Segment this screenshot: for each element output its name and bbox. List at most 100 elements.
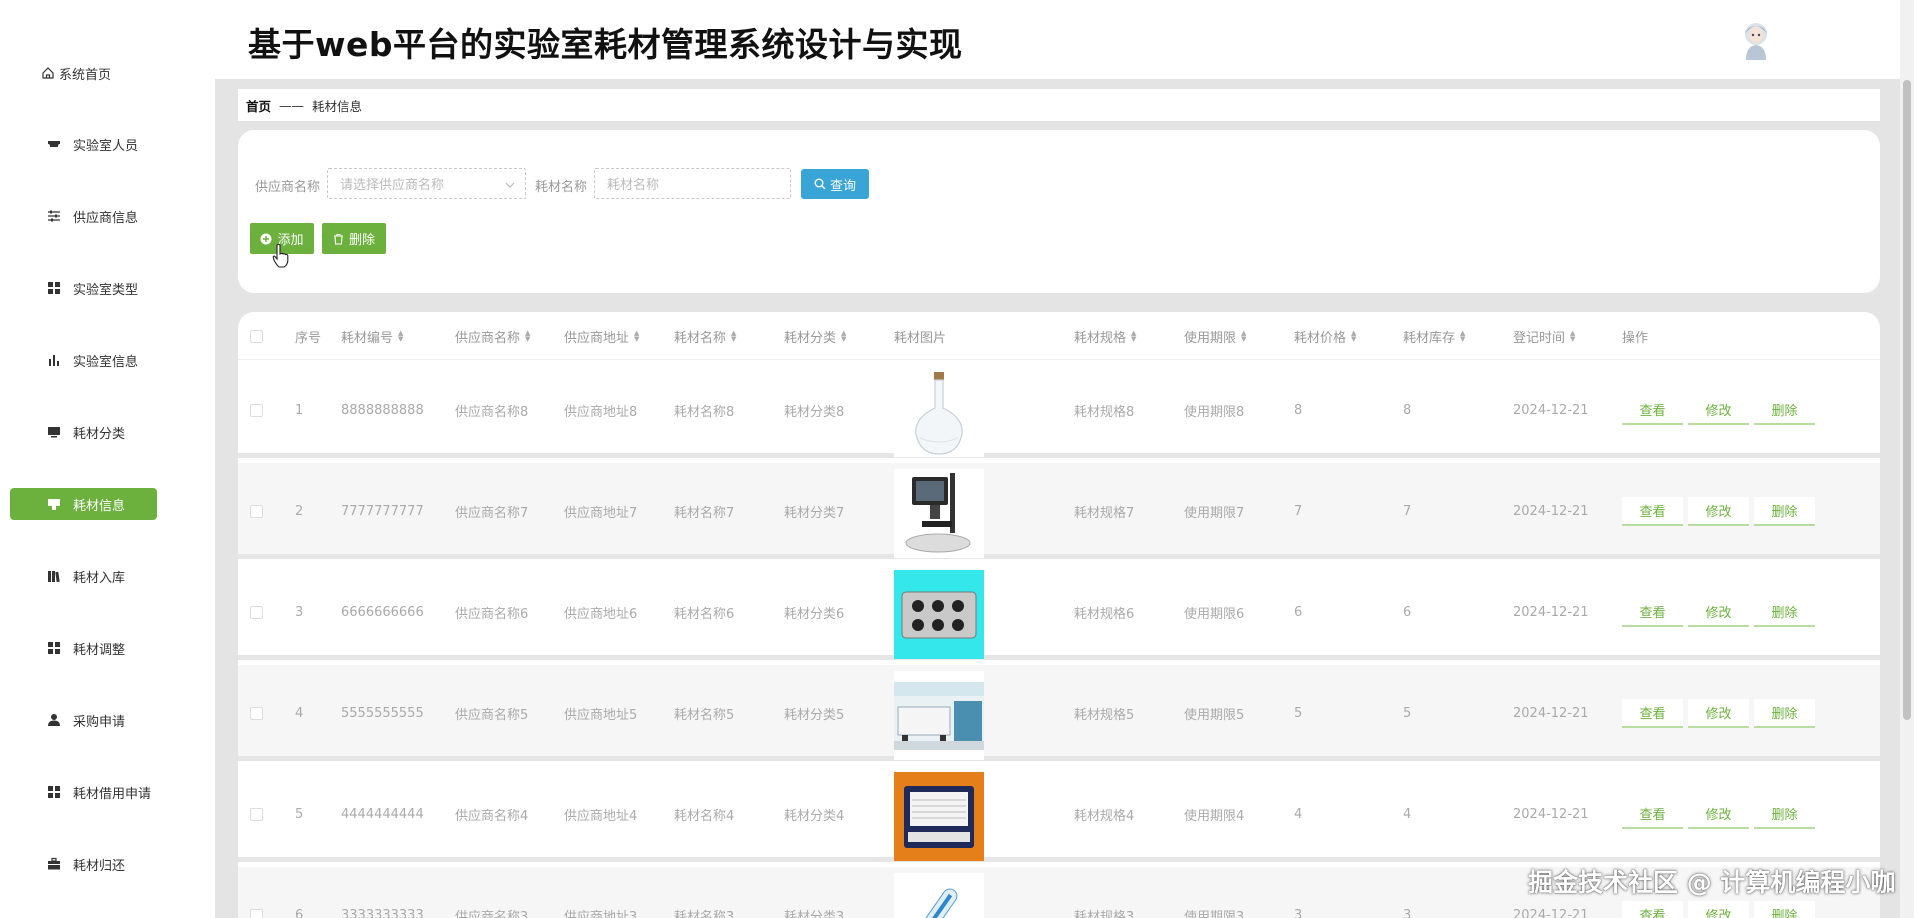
col-code[interactable]: 耗材编号 ▲ ▼ <box>341 312 403 360</box>
delete-button[interactable]: 删除 <box>1754 497 1815 526</box>
col-label: 登记时间 <box>1513 330 1566 346</box>
delete-button[interactable]: 删除 <box>1754 396 1815 425</box>
cell-index: 6 <box>295 907 304 918</box>
view-button[interactable]: 查看 <box>1622 699 1683 728</box>
consumable-image[interactable] <box>894 772 984 861</box>
sort-icon[interactable]: ▲ ▼ <box>634 330 639 343</box>
sort-icon[interactable]: ▲ ▼ <box>731 330 736 343</box>
col-address[interactable]: 供应商地址 ▲ ▼ <box>564 312 639 360</box>
delete-button[interactable]: 删除 <box>1754 901 1815 918</box>
edit-button[interactable]: 修改 <box>1688 497 1749 526</box>
breadcrumb-home[interactable]: 首页 <box>246 96 271 115</box>
breadcrumb: 首页 —— 耗材信息 <box>238 89 1880 121</box>
col-supplier[interactable]: 供应商名称 ▲ ▼ <box>455 312 530 360</box>
row-checkbox[interactable] <box>250 504 263 518</box>
edit-button[interactable]: 修改 <box>1688 800 1749 829</box>
col-category[interactable]: 耗材分类 ▲ ▼ <box>784 312 846 360</box>
sidebar-item-8[interactable]: 耗材调整 <box>10 632 157 664</box>
cell-spec: 耗材规格7 <box>1074 505 1135 521</box>
sidebar-item-label: 耗材归还 <box>73 858 126 874</box>
name-input-placeholder: 耗材名称 <box>607 178 660 193</box>
view-button[interactable]: 查看 <box>1622 396 1683 425</box>
col-date[interactable]: 登记时间 ▲ ▼ <box>1513 312 1575 360</box>
header: 基于web平台的实验室耗材管理系统设计与实现 <box>215 0 1900 79</box>
col-name[interactable]: 耗材名称 ▲ ▼ <box>674 312 736 360</box>
row-checkbox[interactable] <box>250 807 263 821</box>
sort-icon[interactable]: ▲ ▼ <box>1460 330 1465 343</box>
consumable-image[interactable] <box>894 469 984 558</box>
batch-delete-button[interactable]: 删除 <box>322 223 386 254</box>
delete-button[interactable]: 删除 <box>1754 800 1815 829</box>
sort-icon[interactable]: ▲ ▼ <box>841 330 846 343</box>
cell-period: 使用期限8 <box>1184 404 1245 420</box>
sidebar-item-label: 耗材信息 <box>73 498 126 514</box>
sort-icon[interactable]: ▲ ▼ <box>1351 330 1356 343</box>
select-all-checkbox[interactable] <box>250 329 263 343</box>
sidebar-item-3[interactable]: 实验室类型 <box>10 272 157 304</box>
col-price[interactable]: 耗材价格 ▲ ▼ <box>1294 312 1356 360</box>
edit-button[interactable]: 修改 <box>1688 598 1749 627</box>
col-label: 耗材编号 <box>341 330 394 346</box>
data-table: 序号 耗材编号 ▲ ▼ 供应商名称 ▲ ▼ 供应商地址 ▲ ▼ 耗材名称 ▲ ▼ 耗材分类 ▲ ▼ … <box>238 312 1880 918</box>
sidebar-item-label: 耗材分类 <box>73 426 126 442</box>
sidebar-item-2[interactable]: 供应商信息 <box>10 200 157 232</box>
scrollbar-thumb[interactable] <box>1903 80 1911 720</box>
delete-button[interactable]: 删除 <box>1754 699 1815 728</box>
col-label: 供应商名称 <box>455 330 521 346</box>
delete-button[interactable]: 删除 <box>1754 598 1815 627</box>
sidebar-item-9[interactable]: 采购申请 <box>10 704 157 736</box>
col-label: 供应商地址 <box>564 330 630 346</box>
edit-button[interactable]: 修改 <box>1688 396 1749 425</box>
sidebar-item-home[interactable]: 系统首页 <box>40 62 111 84</box>
sidebar-item-6[interactable]: 耗材信息 <box>10 488 157 520</box>
cell-spec: 耗材规格6 <box>1074 606 1135 622</box>
cell-period: 使用期限6 <box>1184 606 1245 622</box>
cell-address: 供应商地址8 <box>564 404 638 420</box>
col-spec[interactable]: 耗材规格 ▲ ▼ <box>1074 312 1136 360</box>
consumable-image[interactable] <box>894 570 984 659</box>
view-button[interactable]: 查看 <box>1622 800 1683 829</box>
cell-category: 耗材分类5 <box>784 707 845 723</box>
edit-button[interactable]: 修改 <box>1688 901 1749 918</box>
sliders-icon <box>47 209 61 223</box>
chevron-down-icon <box>505 179 515 194</box>
page-scrollbar[interactable] <box>1900 0 1914 918</box>
cell-category: 耗材分类4 <box>784 808 845 824</box>
sidebar-item-10[interactable]: 耗材借用申请 <box>10 776 157 808</box>
cell-code: 4444444444 <box>341 806 424 822</box>
consumable-image[interactable] <box>894 671 984 760</box>
table-row: 1 8888888888 供应商名称8 供应商地址8 耗材名称8 耗材分类8 耗材规格8 使用… <box>238 362 1880 458</box>
cell-code: 6666666666 <box>341 604 424 620</box>
sidebar-item-11[interactable]: 耗材归还 <box>10 848 157 880</box>
consumable-image[interactable] <box>894 873 984 918</box>
sort-icon[interactable]: ▲ ▼ <box>398 330 403 343</box>
row-checkbox[interactable] <box>250 403 263 417</box>
sidebar-item-1[interactable]: 实验室人员 <box>10 128 157 160</box>
col-stock[interactable]: 耗材库存 ▲ ▼ <box>1403 312 1465 360</box>
sort-icon[interactable]: ▲ ▼ <box>1570 330 1575 343</box>
view-button[interactable]: 查看 <box>1622 598 1683 627</box>
sidebar-item-4[interactable]: 实验室信息 <box>10 344 157 376</box>
sort-icon[interactable]: ▲ ▼ <box>525 330 530 343</box>
sort-icon[interactable]: ▲ ▼ <box>1131 330 1136 343</box>
row-checkbox[interactable] <box>250 605 263 619</box>
avatar[interactable] <box>1738 20 1774 60</box>
col-label: 耗材分类 <box>784 330 837 346</box>
cell-name: 耗材名称7 <box>674 505 735 521</box>
edit-button[interactable]: 修改 <box>1688 699 1749 728</box>
sidebar-item-label: 系统首页 <box>59 67 112 83</box>
consumable-image[interactable] <box>894 368 984 457</box>
sidebar-item-7[interactable]: 耗材入库 <box>10 560 157 592</box>
sort-icon[interactable]: ▲ ▼ <box>1241 330 1246 343</box>
view-button[interactable]: 查看 <box>1622 901 1683 918</box>
view-button[interactable]: 查看 <box>1622 497 1683 526</box>
cell-date: 2024-12-21 <box>1513 402 1589 418</box>
query-button[interactable]: 查询 <box>801 169 869 199</box>
col-period[interactable]: 使用期限 ▲ ▼ <box>1184 312 1246 360</box>
sidebar-item-5[interactable]: 耗材分类 <box>10 416 157 448</box>
name-input[interactable]: 耗材名称 <box>594 168 791 199</box>
supplier-select[interactable]: 请选择供应商名称 <box>327 168 526 199</box>
card-icon <box>47 497 61 511</box>
row-checkbox[interactable] <box>250 706 263 720</box>
row-checkbox[interactable] <box>250 908 263 918</box>
